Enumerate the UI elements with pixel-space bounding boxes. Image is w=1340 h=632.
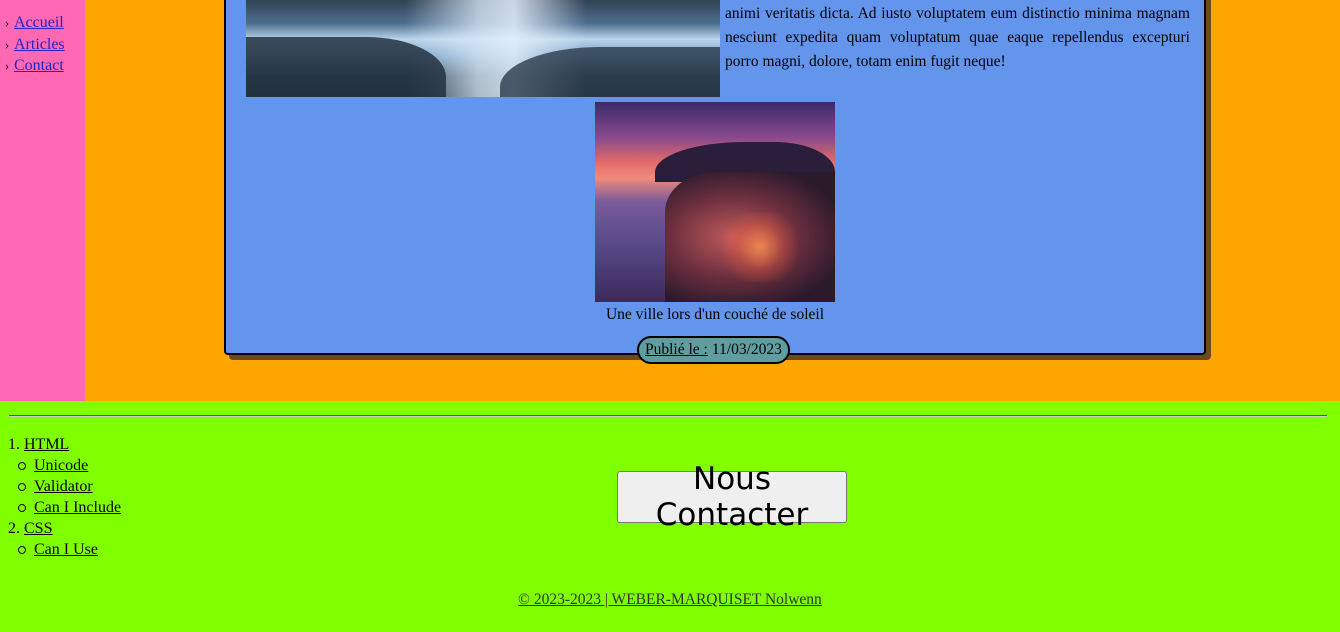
copyright-link[interactable]: © 2023-2023 | WEBER-MARQUISET Nolwenn — [518, 591, 822, 608]
published-label: Publié le : — [645, 341, 708, 358]
footer-link-can-i-use[interactable]: Can I Use — [34, 541, 98, 558]
sunset-figure: Une ville lors d'un couché de soleil — [595, 102, 835, 324]
main-content: consequuntur porro? Reprehenderit, nam. … — [85, 0, 1340, 401]
chevron-right-icon: › — [4, 36, 10, 52]
page-footer: 1. HTML Unicode Validator Can I Include 2… — [0, 401, 1340, 632]
footer-link-can-i-include[interactable]: Can I Include — [34, 499, 121, 516]
figure-caption: Une ville lors d'un couché de soleil — [605, 306, 824, 323]
footer-link-html[interactable]: HTML — [24, 436, 69, 453]
sidebar-item-articles: › Articles — [0, 34, 85, 56]
list-number: 2. — [8, 520, 20, 537]
footer-item-css: 2. CSS — [8, 518, 121, 539]
article-text: consequuntur porro? Reprehenderit, nam. … — [725, 0, 1190, 92]
footer-link-css[interactable]: CSS — [24, 520, 52, 537]
circle-bullet-icon — [18, 546, 26, 555]
footer-divider — [9, 415, 1327, 417]
waterfall-image — [246, 0, 720, 97]
rock-left — [246, 37, 446, 97]
sidebar-link-accueil[interactable]: Accueil — [14, 12, 64, 34]
footer-item-html: 1. HTML — [8, 434, 121, 455]
sidebar-list: › Accueil › Articles › Contact — [0, 0, 85, 77]
sidebar-link-articles[interactable]: Articles — [14, 34, 65, 56]
footer-subitem: Can I Use — [8, 539, 121, 560]
circle-bullet-icon — [18, 483, 26, 492]
copyright: © 2023-2023 | WEBER-MARQUISET Nolwenn — [0, 591, 1340, 609]
circle-bullet-icon — [18, 462, 26, 471]
article-paragraph: consequuntur porro? Reprehenderit, nam. … — [725, 5, 1190, 70]
list-number: 1. — [8, 436, 20, 453]
sunset-town-image — [595, 102, 835, 302]
footer-subitem: Unicode — [8, 455, 121, 476]
footer-subitem: Can I Include — [8, 497, 121, 518]
footer-subitem: Validator — [8, 476, 121, 497]
circle-bullet-icon — [18, 504, 26, 513]
published-date: 11/03/2023 — [711, 341, 782, 358]
footer-links: 1. HTML Unicode Validator Can I Include 2… — [8, 434, 121, 560]
contact-button[interactable]: Nous Contacter — [617, 461, 847, 533]
published-badge: Publié le : 11/03/2023 — [637, 336, 790, 364]
footer-link-unicode[interactable]: Unicode — [34, 457, 88, 474]
footer-link-validator[interactable]: Validator — [34, 478, 93, 495]
chevron-right-icon: › — [4, 58, 10, 73]
sidebar-item-contact: › Contact — [0, 55, 85, 77]
sunset-town-lights — [715, 212, 805, 282]
chevron-right-icon: › — [4, 15, 10, 30]
sidebar-link-contact[interactable]: Contact — [14, 55, 64, 77]
sidebar-item-accueil: › Accueil — [0, 12, 85, 34]
sidebar-nav: › Accueil › Articles › Contact — [0, 0, 85, 401]
article-card: consequuntur porro? Reprehenderit, nam. … — [224, 0, 1206, 355]
